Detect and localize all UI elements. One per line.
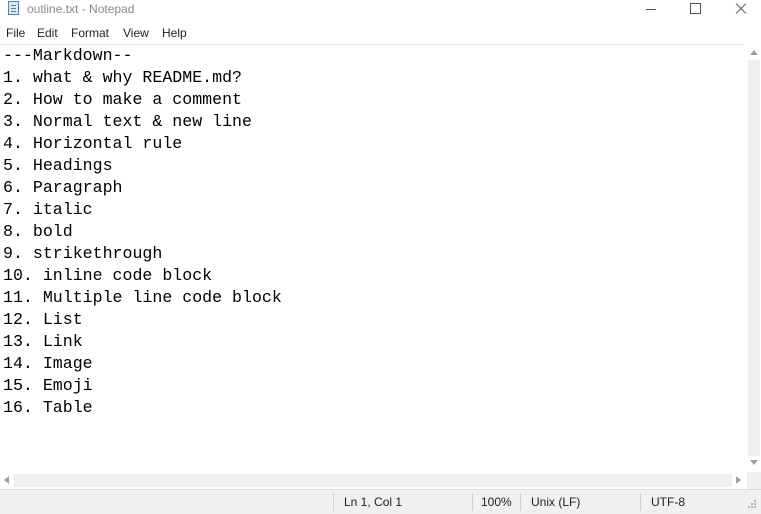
text-editor[interactable]: ---Markdown-- 1. what & why README.md? 2… bbox=[0, 44, 744, 472]
status-divider bbox=[520, 493, 521, 511]
menu-format[interactable]: Format bbox=[71, 26, 109, 40]
title-bar[interactable]: outline.txt - Notepad bbox=[0, 0, 761, 22]
vertical-scrollbar[interactable] bbox=[747, 44, 761, 472]
scroll-up-arrow-icon[interactable] bbox=[750, 50, 758, 55]
scroll-left-arrow-icon[interactable] bbox=[4, 476, 9, 484]
scrollbar-corner bbox=[747, 472, 761, 489]
editor-line: 13. Link bbox=[3, 332, 83, 351]
vertical-scroll-track[interactable] bbox=[748, 60, 760, 456]
editor-line: 5. Headings bbox=[3, 156, 113, 175]
menu-bar: File Edit Format View Help bbox=[0, 22, 761, 44]
notepad-window: outline.txt - Notepad File Edit Format V… bbox=[0, 0, 761, 514]
cursor-position: Ln 1, Col 1 bbox=[344, 495, 403, 509]
editor-line: 16. Table bbox=[3, 398, 93, 417]
encoding: UTF-8 bbox=[651, 495, 685, 509]
maximize-button[interactable] bbox=[673, 0, 719, 20]
notepad-icon bbox=[8, 1, 19, 15]
editor-line: 1. what & why README.md? bbox=[3, 68, 242, 87]
menu-view[interactable]: View bbox=[123, 26, 149, 40]
status-divider bbox=[640, 493, 641, 511]
horizontal-scroll-track[interactable] bbox=[14, 474, 732, 487]
line-ending: Unix (LF) bbox=[531, 495, 581, 509]
editor-line: 11. Multiple line code block bbox=[3, 288, 282, 307]
editor-line: 10. inline code block bbox=[3, 266, 213, 285]
status-divider bbox=[472, 493, 473, 511]
horizontal-scrollbar[interactable] bbox=[0, 472, 747, 489]
editor-line: 8. bold bbox=[3, 222, 73, 241]
editor-line: 3. Normal text & new line bbox=[3, 112, 252, 131]
editor-line: 12. List bbox=[3, 310, 83, 329]
editor-line: 4. Horizontal rule bbox=[3, 134, 183, 153]
scroll-right-arrow-icon[interactable] bbox=[736, 476, 741, 484]
status-bar: Ln 1, Col 1 100% Unix (LF) UTF-8 bbox=[0, 489, 761, 514]
menu-edit[interactable]: Edit bbox=[37, 26, 58, 40]
editor-line: ---Markdown-- bbox=[3, 46, 133, 65]
zoom-level: 100% bbox=[481, 495, 512, 509]
window-title: outline.txt - Notepad bbox=[27, 2, 135, 16]
resize-grip-icon[interactable] bbox=[748, 500, 758, 510]
close-button[interactable] bbox=[718, 0, 761, 20]
menu-help[interactable]: Help bbox=[162, 26, 187, 40]
status-divider bbox=[333, 493, 334, 511]
editor-line: 15. Emoji bbox=[3, 376, 93, 395]
editor-line: 14. Image bbox=[3, 354, 93, 373]
editor-line: 7. italic bbox=[3, 200, 93, 219]
scroll-down-arrow-icon[interactable] bbox=[750, 460, 758, 465]
editor-line: 2. How to make a comment bbox=[3, 90, 242, 109]
minimize-button[interactable] bbox=[628, 0, 674, 20]
editor-line: 6. Paragraph bbox=[3, 178, 123, 197]
editor-line: 9. strikethrough bbox=[3, 244, 163, 263]
menu-file[interactable]: File bbox=[6, 26, 25, 40]
